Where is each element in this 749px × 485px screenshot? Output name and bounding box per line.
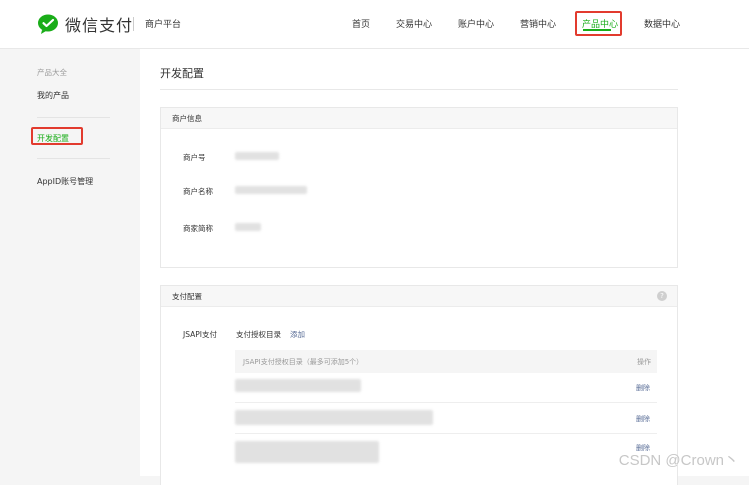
card-header: 支付配置 ? bbox=[161, 286, 677, 307]
merchant-short-name-value-redacted bbox=[235, 223, 261, 231]
sidebar-item-my-products[interactable]: 我的产品 bbox=[37, 90, 69, 101]
table-row-divider bbox=[235, 402, 657, 403]
sidebar-category: 产品大全 bbox=[37, 68, 67, 77]
payment-config-card: 支付配置 ? JSAPI支付 支付授权目录 添加 JSAPI支付授权目录（最多可… bbox=[160, 285, 678, 485]
merchant-info-card: 商户信息 商户号 商户名称 商家简称 bbox=[160, 107, 678, 268]
card-title: 商户信息 bbox=[172, 114, 202, 123]
card-title: 支付配置 bbox=[172, 292, 202, 301]
wechat-pay-logo[interactable]: 微信支付 bbox=[37, 13, 133, 35]
csdn-watermark: CSDN @Crown丶 bbox=[618, 452, 739, 469]
sidebar-divider bbox=[37, 117, 110, 118]
sidebar-item-appid-management[interactable]: AppID账号管理 bbox=[37, 176, 93, 187]
auth-dir-table-header: JSAPI支付授权目录（最多可添加5个） 操作 bbox=[235, 350, 657, 373]
merchant-short-name-label: 商家简称 bbox=[183, 224, 213, 233]
top-header: 微信支付 商户平台 首页 交易中心 账户中心 营销中心 产品中心 数据中心 bbox=[0, 0, 749, 49]
nav-account-center[interactable]: 账户中心 bbox=[458, 17, 494, 30]
nav-marketing-center[interactable]: 营销中心 bbox=[520, 17, 556, 30]
auth-dir-value-redacted bbox=[235, 441, 379, 463]
nav-home[interactable]: 首页 bbox=[352, 17, 370, 30]
auth-dir-value-redacted bbox=[235, 379, 361, 392]
header-separator bbox=[133, 17, 134, 31]
sidebar-highlight-box bbox=[31, 127, 83, 145]
auth-dir-label: 支付授权目录 bbox=[236, 330, 281, 339]
brand-name: 微信支付 bbox=[65, 16, 134, 35]
card-header: 商户信息 bbox=[161, 108, 677, 129]
merchant-id-value-redacted bbox=[235, 152, 279, 160]
wechat-pay-logo-icon bbox=[38, 14, 58, 34]
page-title: 开发配置 bbox=[160, 67, 204, 80]
merchant-name-label: 商户名称 bbox=[183, 187, 213, 196]
help-icon[interactable]: ? bbox=[657, 291, 667, 301]
table-header-dir: JSAPI支付授权目录（最多可添加5个） bbox=[243, 358, 364, 366]
table-header-op: 操作 bbox=[637, 358, 651, 366]
main-content: 开发配置 商户信息 商户号 商户名称 商家简称 支付配置 ? JSAPI支付 支… bbox=[140, 49, 749, 485]
sidebar: 产品大全 我的产品 开发配置 AppID账号管理 bbox=[0, 49, 140, 476]
add-auth-dir-link[interactable]: 添加 bbox=[290, 329, 305, 340]
merchant-id-label: 商户号 bbox=[183, 153, 206, 162]
merchant-name-value-redacted bbox=[235, 186, 307, 194]
nav-highlight-box bbox=[575, 11, 622, 36]
title-divider bbox=[160, 89, 678, 90]
nav-data-center[interactable]: 数据中心 bbox=[644, 17, 680, 30]
jsapi-pay-label: JSAPI支付 bbox=[183, 330, 217, 339]
nav-trade-center[interactable]: 交易中心 bbox=[396, 17, 432, 30]
delete-link[interactable]: 删除 bbox=[636, 383, 650, 393]
auth-dir-value-redacted bbox=[235, 410, 433, 425]
delete-link[interactable]: 删除 bbox=[636, 414, 650, 424]
table-row-divider bbox=[235, 433, 657, 434]
platform-name: 商户平台 bbox=[145, 20, 182, 30]
sidebar-divider bbox=[37, 158, 110, 159]
